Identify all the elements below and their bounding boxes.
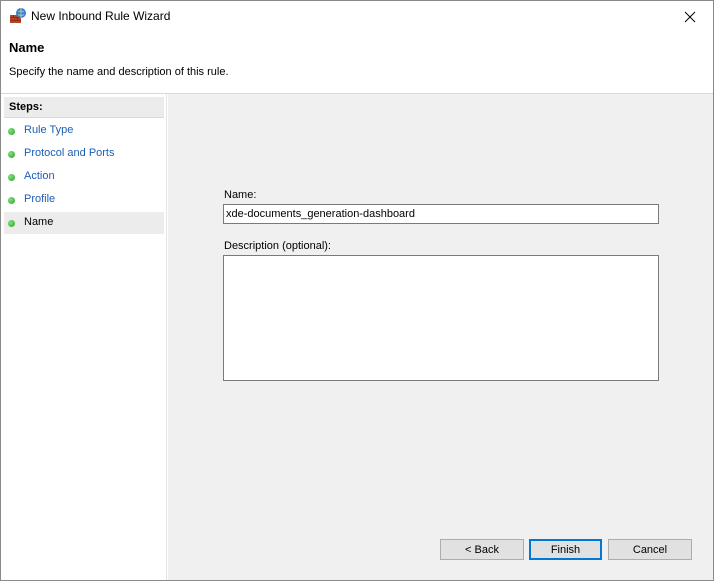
step-label: Action [24,170,55,182]
step-name[interactable]: Name [4,212,164,234]
page-description: Specify the name and description of this… [9,66,229,78]
page-title: Name [9,40,45,55]
green-dot-icon [8,220,15,227]
name-input[interactable] [223,204,659,224]
cancel-button[interactable]: Cancel [608,539,692,560]
back-button[interactable]: < Back [440,539,524,560]
step-label: Name [24,216,54,228]
green-dot-icon [8,128,15,135]
wizard-header: Name Specify the name and description of… [1,32,713,93]
steps-panel: Steps: Rule Type Protocol and Ports Acti… [1,94,167,580]
step-label: Protocol and Ports [24,147,115,159]
close-button[interactable] [667,1,713,32]
close-icon [684,11,696,22]
green-dot-icon [8,151,15,158]
wizard-window: New Inbound Rule Wizard Name Specify the… [0,0,714,581]
green-dot-icon [8,174,15,181]
steps-header: Steps: [4,97,164,118]
window-title: New Inbound Rule Wizard [31,9,171,23]
description-input[interactable] [223,255,659,381]
step-label: Rule Type [24,124,74,136]
step-action[interactable]: Action [4,166,164,188]
step-profile[interactable]: Profile [4,189,164,211]
content-area: Name: Description (optional): < Back Fin… [168,94,713,580]
step-protocol-and-ports[interactable]: Protocol and Ports [4,143,164,165]
finish-button[interactable]: Finish [529,539,602,560]
green-dot-icon [8,197,15,204]
steps-label: Steps: [9,101,43,113]
description-label: Description (optional): [224,240,331,252]
firewall-wizard-icon [9,7,27,25]
step-rule-type[interactable]: Rule Type [4,120,164,142]
name-label: Name: [224,189,257,201]
title-bar[interactable]: New Inbound Rule Wizard [1,1,713,32]
step-label: Profile [24,193,56,205]
